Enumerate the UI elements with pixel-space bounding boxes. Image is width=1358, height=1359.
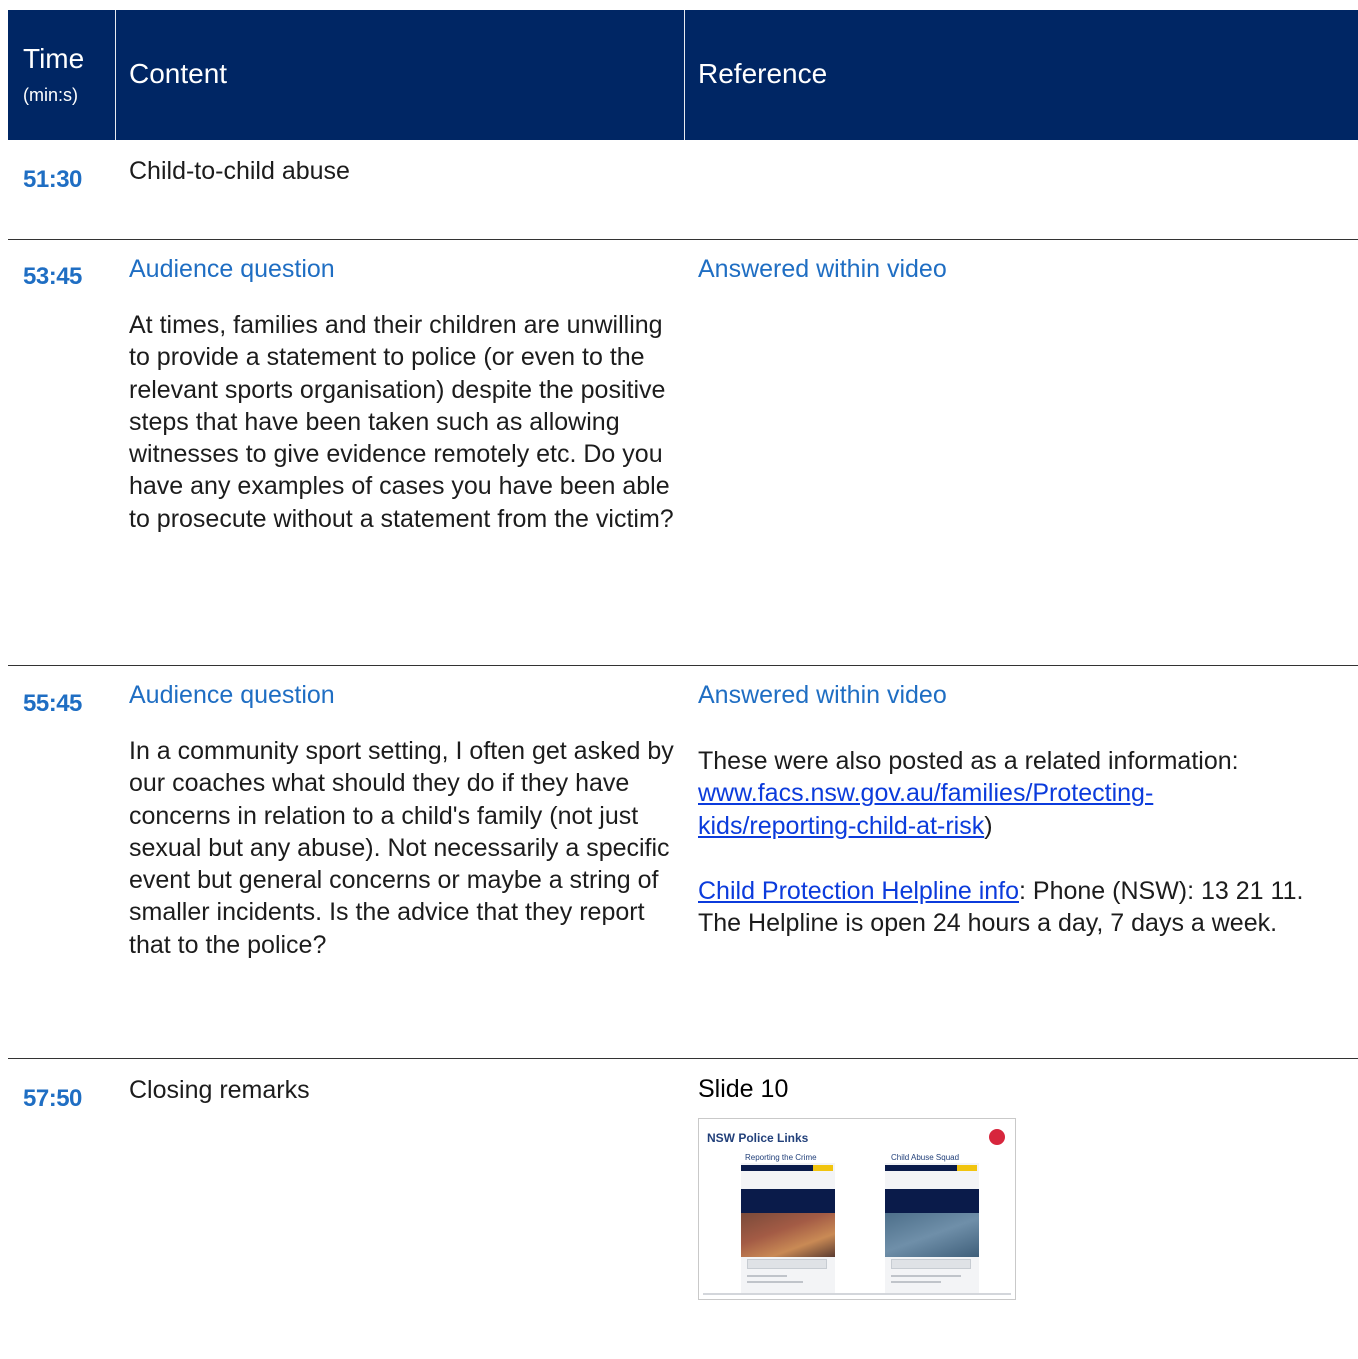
row-reference-text: These were also posted as a related info… <box>698 745 1338 842</box>
child-abuse-squad-image <box>885 1213 979 1257</box>
nav-accent <box>957 1165 977 1171</box>
row-time: 51:30 <box>23 166 82 193</box>
column-divider <box>115 10 116 140</box>
nav-bar <box>741 1165 813 1171</box>
content-column-header: Content <box>129 58 228 89</box>
text-line <box>747 1281 803 1283</box>
dropdown-box <box>747 1259 827 1269</box>
row-reference-title: Answered within video <box>698 681 947 709</box>
row-divider <box>8 1058 1358 1059</box>
text-line <box>747 1275 787 1277</box>
nav-bar <box>885 1165 957 1171</box>
related-info-label: These were also posted as a related info… <box>698 747 1239 775</box>
child-protection-helpline-link[interactable]: Child Protection Helpline info <box>698 877 1019 905</box>
menu-block <box>885 1189 979 1213</box>
police-photo-image <box>741 1213 835 1257</box>
row-content-text: At times, families and their children ar… <box>129 311 674 533</box>
slide-thumbnail: NSW Police Links Reporting the Crime Chi… <box>698 1118 1016 1300</box>
text-line <box>891 1281 941 1283</box>
slide-card-title: Reporting the Crime <box>745 1153 817 1162</box>
time-column-subheader: (min:s) <box>23 85 78 105</box>
dropdown-box <box>891 1259 971 1269</box>
slide-card-title: Child Abuse Squad <box>891 1153 960 1162</box>
nav-accent <box>813 1165 833 1171</box>
row-time: 53:45 <box>23 263 82 290</box>
table-header: Time (min:s) Content Reference <box>8 10 1358 140</box>
menu-block <box>741 1189 835 1213</box>
row-time: 55:45 <box>23 690 82 717</box>
row-content-title: Audience question <box>129 681 335 709</box>
row-time: 57:50 <box>23 1085 82 1112</box>
helpline-text: Child Protection Helpline info: Phone (N… <box>698 875 1338 940</box>
link-suffix: ) <box>984 811 993 840</box>
row-content-title: Audience question <box>129 255 335 283</box>
slide-title: NSW Police Links <box>707 1131 809 1145</box>
row-divider <box>8 665 1358 666</box>
row-divider <box>8 239 1358 240</box>
slide-footer <box>703 1293 1011 1295</box>
facs-reporting-link[interactable]: www.facs.nsw.gov.au/families/Protecting-… <box>698 779 1153 839</box>
row-reference-title: Answered within video <box>698 255 947 283</box>
time-column-header: Time <box>23 43 85 74</box>
nsw-logo-icon <box>989 1129 1005 1145</box>
row-content-text: In a community sport setting, I often ge… <box>129 737 674 959</box>
text-line <box>891 1275 961 1277</box>
column-divider <box>684 10 685 140</box>
row-content-title: Child-to-child abuse <box>129 157 350 185</box>
slide-reference-title: Slide 10 <box>698 1075 789 1103</box>
row-content-title: Closing remarks <box>129 1076 310 1104</box>
reference-column-header: Reference <box>698 58 828 89</box>
